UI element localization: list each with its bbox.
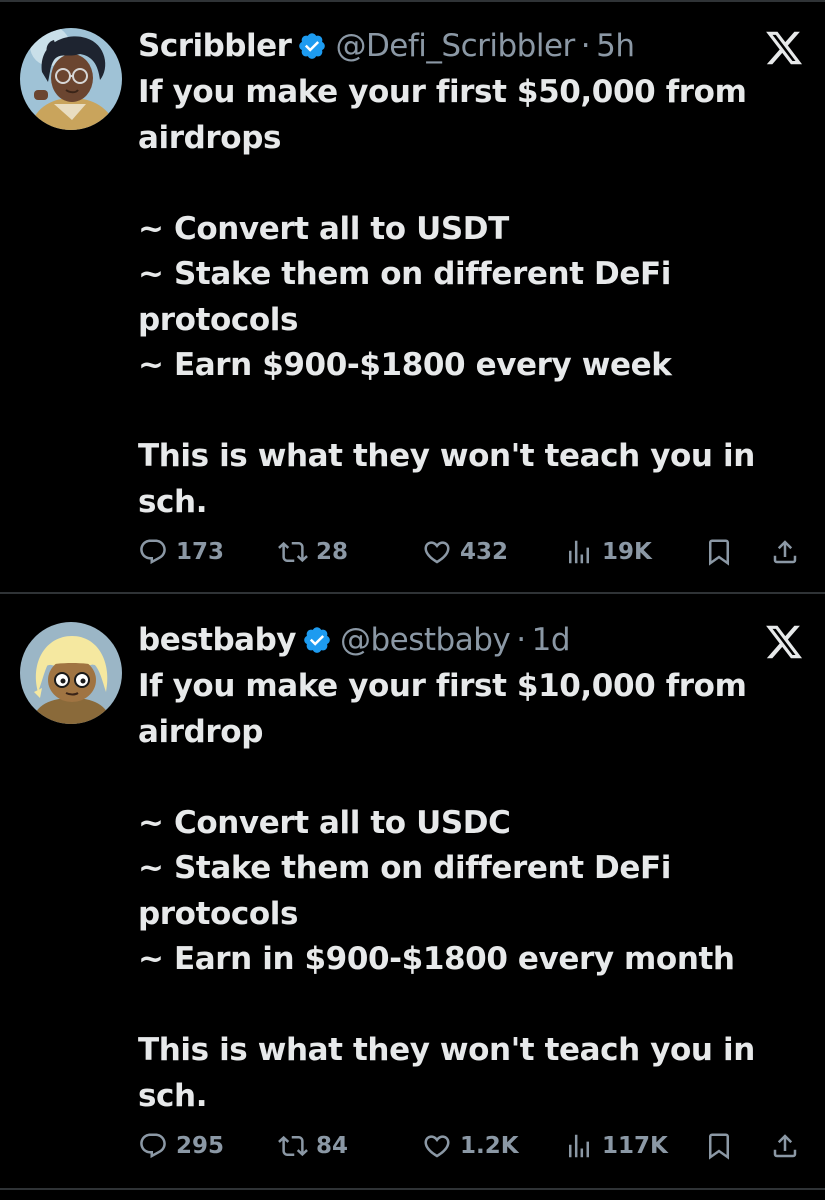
tweet-line: ~ Stake them on different DeFi (138, 256, 671, 292)
tweet-header: bestbaby @bestbaby · 1d (138, 616, 571, 664)
views-button[interactable]: 117K (564, 1124, 668, 1168)
bookmark-button[interactable] (704, 1124, 742, 1168)
tweet-actions: 295 84 1.2K 117K (138, 1124, 808, 1168)
reply-icon (140, 539, 166, 565)
tweet-line: airdrop (138, 713, 263, 750)
user-handle[interactable]: @bestbaby (340, 622, 511, 658)
tweet-actions: 173 28 432 19K (138, 530, 808, 574)
tweet-line: If you make your first $50,000 from (138, 74, 747, 110)
tweet-line: protocols (138, 301, 299, 338)
x-logo-icon (764, 28, 804, 68)
tweet-line: ~ Convert all to USDC (138, 804, 511, 841)
tweet-divider (0, 1188, 825, 1190)
repost-icon (278, 1135, 308, 1157)
repost-button[interactable]: 28 (278, 530, 348, 574)
tweet-line-blank (138, 389, 798, 435)
repost-button[interactable]: 84 (278, 1124, 348, 1168)
share-button[interactable] (770, 530, 808, 574)
separator-dot: · (516, 622, 526, 658)
verified-badge-icon (302, 625, 332, 655)
tweet-line: If you make your first $10,000 from (138, 668, 747, 704)
like-button[interactable]: 432 (422, 530, 508, 574)
display-name[interactable]: Scribbler (138, 28, 292, 64)
bookmark-button[interactable] (704, 530, 742, 574)
like-button[interactable]: 1.2K (422, 1124, 519, 1168)
repost-count: 84 (316, 1133, 349, 1159)
tweet-card[interactable]: bestbaby @bestbaby · 1d If you make your… (0, 596, 825, 1186)
display-name[interactable]: bestbaby (138, 622, 297, 658)
share-button[interactable] (770, 1124, 808, 1168)
tweet-line-blank (138, 161, 798, 207)
timestamp[interactable]: 5h (596, 28, 635, 64)
timestamp[interactable]: 1d (532, 622, 571, 658)
reply-count: 295 (176, 1133, 225, 1159)
separator-dot: · (580, 28, 591, 64)
tweet-text: If you make your first $50,000 from aird… (138, 70, 798, 525)
user-handle[interactable]: @Defi_Scribbler (335, 28, 575, 64)
share-icon (773, 540, 797, 564)
tweet-line: sch. (138, 483, 208, 520)
bookmark-icon (709, 539, 729, 566)
tweet-line: This is what they won't teach you in (138, 438, 755, 474)
views-count: 117K (602, 1133, 668, 1159)
tweet-line-blank (138, 755, 798, 801)
avatar[interactable] (20, 622, 122, 724)
views-chart-icon (569, 540, 589, 564)
like-count: 1.2K (460, 1133, 519, 1159)
tweet-header: Scribbler @Defi_Scribbler · 5h (138, 22, 635, 70)
heart-icon (424, 1135, 450, 1158)
tweet-line: ~ Earn in $900-$1800 every month (138, 941, 735, 977)
tweet-line: sch. (138, 1077, 208, 1114)
views-button[interactable]: 19K (564, 530, 652, 574)
tweet-line: ~ Convert all to USDT (138, 210, 509, 247)
x-logo-icon (764, 622, 804, 662)
tweet-line: protocols (138, 895, 299, 932)
reply-button[interactable]: 295 (138, 1124, 224, 1168)
heart-icon (424, 541, 450, 564)
share-icon (773, 1134, 797, 1158)
verified-badge-icon (297, 31, 327, 61)
reply-button[interactable]: 173 (138, 530, 224, 574)
repost-icon (278, 541, 308, 563)
bookmark-icon (709, 1133, 729, 1160)
views-count: 19K (602, 539, 652, 565)
avatar[interactable] (20, 28, 122, 130)
tweet-divider (0, 592, 825, 594)
tweet-line: ~ Stake them on different DeFi (138, 850, 671, 886)
reply-icon (140, 1133, 166, 1159)
tweet-line: ~ Earn $900-$1800 every week (138, 347, 672, 383)
repost-count: 28 (316, 539, 349, 565)
tweet-card[interactable]: Scribbler @Defi_Scribbler · 5h If you ma… (0, 2, 825, 592)
tweet-line: airdrops (138, 119, 282, 156)
views-chart-icon (569, 1134, 589, 1158)
tweet-line-blank (138, 983, 798, 1029)
like-count: 432 (460, 539, 509, 565)
reply-count: 173 (176, 539, 225, 565)
tweet-text: If you make your first $10,000 from aird… (138, 664, 798, 1119)
tweet-line: This is what they won't teach you in (138, 1032, 755, 1068)
